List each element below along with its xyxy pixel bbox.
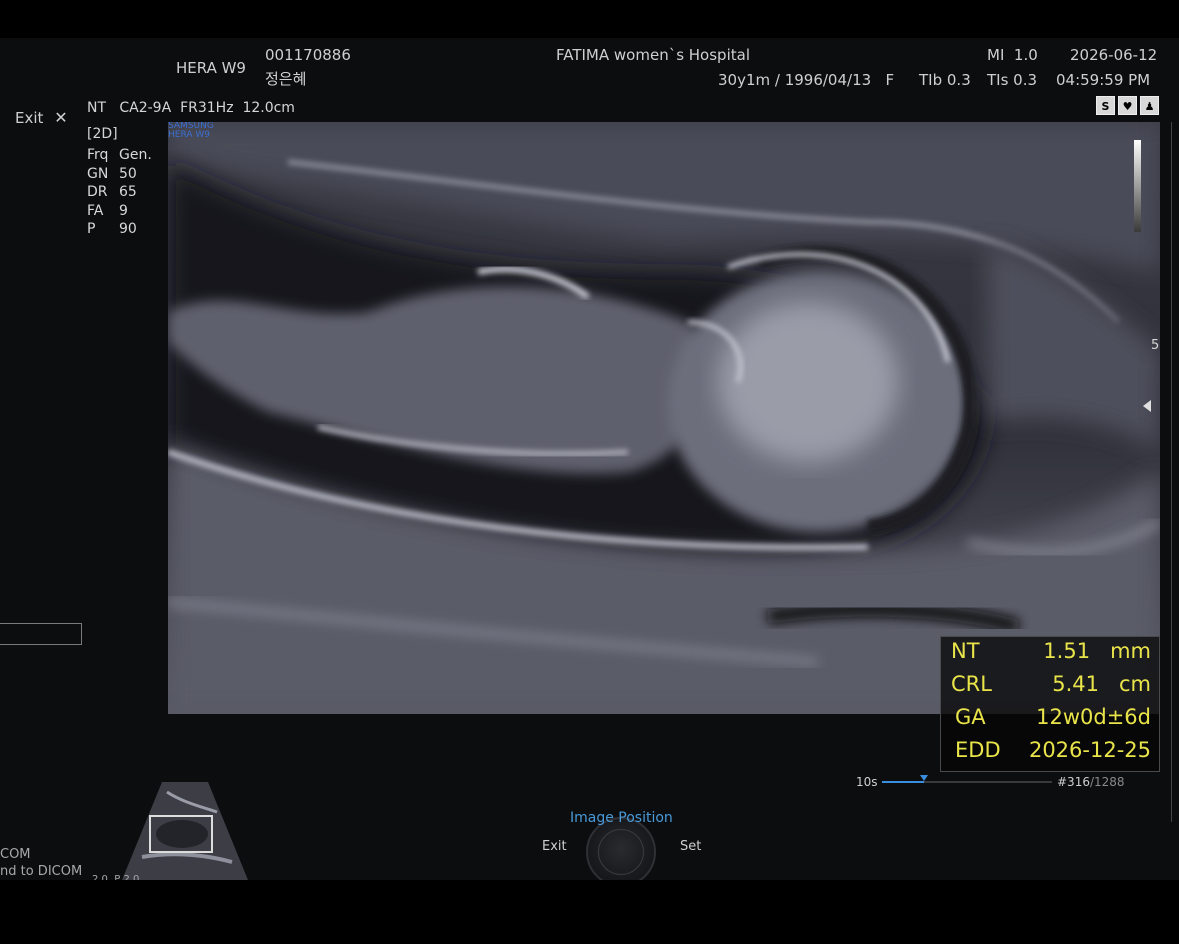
depth-scale	[1171, 122, 1172, 822]
param-row: DR 65	[87, 184, 137, 201]
hospital-name: FATIMA women`s Hospital	[556, 46, 750, 64]
imaging-mode: [2D]	[87, 126, 118, 142]
depth-pointer-icon	[1143, 400, 1151, 412]
knob-exit-button[interactable]: Exit	[542, 839, 567, 854]
grayscale-bar	[1134, 140, 1141, 232]
cine-duration: 10s	[856, 775, 878, 789]
close-icon: ✕	[54, 108, 68, 127]
thermal-index-soft: TIs 0.3	[987, 71, 1038, 89]
cine-progress	[882, 781, 924, 783]
person-icon: ♟	[1140, 96, 1159, 115]
heart-icon: ♥	[1118, 96, 1137, 115]
knob-title: Image Position	[570, 810, 673, 826]
patient-id: 001170886	[265, 46, 351, 64]
depth-marker: 5	[1151, 338, 1160, 353]
measurement-row: EDD 2026-12-25	[955, 738, 1151, 762]
measurement-row: CRL 5.41 cm	[951, 672, 1151, 696]
patient-info: 30y1m / 1996/04/13 F	[718, 71, 895, 89]
measurement-panel: NT 1.51 mm CRL 5.41 cm GA 12w0d±6d EDD 2…	[940, 636, 1160, 772]
param-row: Frq Gen.	[87, 147, 152, 163]
bottom-black-band	[0, 880, 1179, 944]
knob-set-button[interactable]: Set	[680, 839, 701, 854]
send-to-dicom-label[interactable]: nd to DICOM	[0, 864, 82, 879]
param-row: GN 50	[87, 165, 137, 182]
left-panel-field[interactable]	[0, 623, 82, 645]
knob-ring	[598, 829, 644, 875]
settings-icon: S	[1096, 96, 1115, 115]
system-model: HERA W9	[176, 59, 246, 77]
brand-watermark: SAMSUNG HERA W9	[168, 122, 214, 140]
cine-cursor-icon[interactable]	[919, 775, 928, 781]
imaging-parameters: Frq Gen. GN 50 DR 65 FA 9 P 90	[87, 146, 152, 239]
thumbnail-viewport[interactable]	[149, 815, 213, 853]
param-row: FA 9	[87, 202, 128, 219]
frame-counter: #316/1288	[1057, 775, 1125, 789]
measurement-row: NT 1.51 mm	[951, 639, 1151, 663]
measurement-row: GA 12w0d±6d	[955, 705, 1151, 729]
exit-button[interactable]: Exit ✕	[15, 108, 68, 127]
exit-label: Exit	[15, 109, 44, 127]
patient-name: 정은혜	[265, 70, 307, 88]
mechanical-index: MI 1.0	[987, 46, 1038, 64]
probe-info: NT CA2-9A FR31Hz 12.0cm	[87, 100, 295, 116]
ultrasound-image[interactable]: SAMSUNG HERA W9	[168, 122, 1160, 714]
dicom-label: COM	[0, 847, 31, 862]
thermal-index-bone: TIb 0.3	[919, 71, 971, 89]
exam-date: 2026-06-12	[1070, 46, 1158, 64]
top-black-band	[0, 0, 1179, 38]
exam-time: 04:59:59 PM	[1056, 71, 1151, 89]
fetal-sonogram	[168, 122, 1160, 714]
param-row: P 90	[87, 221, 137, 238]
